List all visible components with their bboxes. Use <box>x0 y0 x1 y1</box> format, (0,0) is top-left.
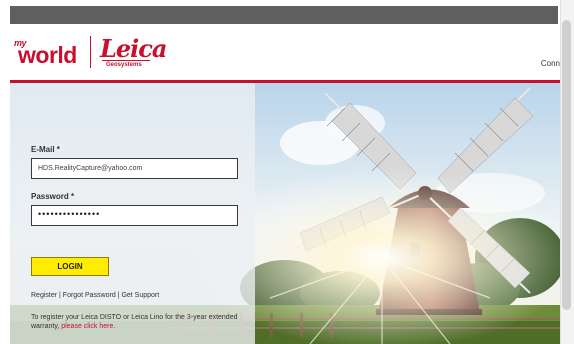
leica-logo-underline <box>102 60 150 61</box>
warranty-note: To register your Leica DISTO or Leica Li… <box>31 313 241 331</box>
leica-logo[interactable]: Leica <box>100 34 167 63</box>
warranty-click-here-link[interactable]: please click here. <box>61 323 115 330</box>
browser-top-bar <box>10 6 558 24</box>
connect-link[interactable]: Conn <box>541 59 560 68</box>
forgot-password-link[interactable]: Forgot Password <box>63 292 116 299</box>
email-label: E-Mail * <box>31 145 60 154</box>
password-field[interactable]: ••••••••••••••• <box>31 205 238 226</box>
site-header: my world Leica Geosystems Conn <box>10 24 560 80</box>
logo-divider <box>90 36 91 68</box>
hero-area: E-Mail * HDS.RealityCapture@yahoo.com Pa… <box>10 83 560 344</box>
email-field[interactable]: HDS.RealityCapture@yahoo.com <box>31 158 238 179</box>
login-panel: E-Mail * HDS.RealityCapture@yahoo.com Pa… <box>10 83 255 344</box>
login-button[interactable]: LOGIN <box>31 257 109 276</box>
get-support-link[interactable]: Get Support <box>121 292 159 299</box>
geosystems-text: Geosystems <box>106 62 142 68</box>
scrollbar-thumb[interactable] <box>562 20 571 310</box>
password-label: Password * <box>31 192 75 201</box>
register-link[interactable]: Register <box>31 292 57 299</box>
auth-links: Register | Forgot Password | Get Support <box>31 292 159 299</box>
logo-world-text: world <box>18 42 77 68</box>
